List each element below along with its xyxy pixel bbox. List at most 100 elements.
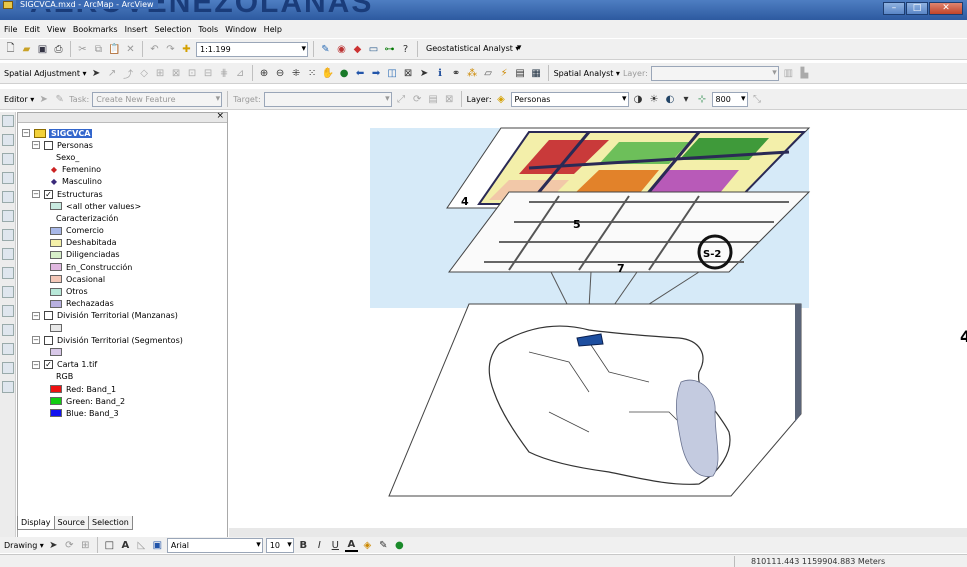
segmentos-checkbox[interactable] [44, 335, 53, 345]
view-link-table-icon[interactable]: ⊞ [154, 67, 167, 80]
layout-zoom-100-icon[interactable] [2, 324, 14, 336]
georef-add-point-icon[interactable] [2, 153, 14, 165]
rotate-graphics-icon[interactable]: ⟳ [63, 539, 76, 552]
font-combo[interactable]: Arial [166, 537, 263, 553]
editor-toolbar-icon[interactable]: ✎ [319, 43, 332, 56]
full-extent-globe-icon[interactable]: ● [338, 67, 351, 80]
layout-pan-icon[interactable] [2, 229, 14, 241]
zoom-to-graphics-icon[interactable]: ⊞ [79, 539, 92, 552]
georef-table-icon[interactable] [2, 172, 14, 184]
modify-link-icon[interactable]: ⤴ [122, 67, 135, 81]
spatial-analyst-menu[interactable]: Spatial Analyst ▾ [554, 69, 620, 78]
find-binoculars-icon[interactable]: ⚭ [450, 67, 463, 80]
delete-icon[interactable]: ✕ [124, 43, 137, 56]
go-to-xy-icon[interactable]: ⁂ [466, 67, 479, 80]
histogram-icon[interactable]: ▥ [782, 67, 795, 80]
text-tool-icon[interactable]: A [119, 539, 132, 552]
redo-icon[interactable]: ↷ [164, 43, 177, 56]
menu-window[interactable]: Window [225, 25, 257, 34]
toc-close-button[interactable]: × [216, 111, 224, 121]
displacement-icon[interactable]: ⊿ [234, 67, 247, 80]
toc-layer-manzanas[interactable]: División Territorial (Manzanas) [57, 311, 178, 320]
menu-selection[interactable]: Selection [155, 25, 192, 34]
callout-tool-icon[interactable]: ◺ [135, 539, 148, 552]
toc-layer-estructuras[interactable]: Estructuras [57, 190, 103, 199]
estructuras-checkbox[interactable]: ✓ [44, 189, 53, 199]
tab-display[interactable]: Display [17, 516, 55, 530]
map-canvas[interactable]: 4 5 7 S-2 4 [229, 112, 967, 528]
line-color-icon[interactable]: ✎ [377, 539, 390, 552]
expand-estructuras-icon[interactable]: − [32, 190, 40, 199]
bold-button[interactable]: B [297, 539, 310, 552]
toc-root-dataframe[interactable]: SIGCVCA [49, 128, 93, 138]
transparency-icon[interactable]: ◐ [664, 93, 677, 106]
attribute-transfer-icon[interactable]: ⊟ [202, 67, 215, 80]
toc-layer-carta[interactable]: Carta 1.tif [57, 360, 97, 369]
size-combo[interactable]: 800 [711, 91, 748, 107]
menu-bookmarks[interactable]: Bookmarks [73, 25, 118, 34]
layout-fixed-zoom-icon[interactable] [2, 267, 14, 279]
display-resampling-icon[interactable]: ▾ [680, 93, 693, 106]
magnify-icon[interactable]: ⊹ [696, 93, 709, 106]
time-slider-icon[interactable]: ▦ [530, 67, 543, 80]
fixed-zoom-in-icon[interactable]: ⁜ [290, 67, 303, 80]
expand-carta-icon[interactable]: − [32, 360, 40, 369]
layout-forward-icon[interactable] [2, 305, 14, 317]
minimize-button[interactable]: – [883, 2, 905, 15]
layout-zoom-out-icon[interactable] [2, 210, 14, 222]
hyperlink-icon[interactable]: ⚡ [498, 67, 511, 80]
fill-color-icon[interactable]: ◈ [361, 539, 374, 552]
marker-color-icon[interactable]: ● [393, 539, 406, 552]
menu-file[interactable]: File [4, 25, 17, 34]
fixed-zoom-out-icon[interactable]: ⁙ [306, 67, 319, 80]
zoom-in-icon[interactable]: ⊕ [258, 67, 271, 80]
tab-source[interactable]: Source [53, 516, 89, 530]
save-icon[interactable]: ▣ [36, 43, 49, 56]
contrast-icon[interactable]: ◑ [632, 93, 645, 106]
limited-adjustment-icon[interactable]: ⊠ [170, 67, 183, 80]
layout-full-page-icon[interactable] [2, 248, 14, 260]
toc-layer-segmentos[interactable]: División Territorial (Segmentos) [57, 336, 183, 345]
close-button[interactable]: ✕ [929, 2, 963, 15]
target-combo[interactable] [263, 91, 392, 107]
split-tool-icon[interactable]: ⤢ [395, 93, 408, 106]
font-color-icon[interactable]: A [344, 539, 358, 552]
add-data-icon[interactable]: ✚ [180, 43, 193, 56]
carta-checkbox[interactable]: ✓ [44, 360, 53, 370]
cut-icon[interactable]: ✂ [76, 43, 89, 56]
geostatistical-analyst-menu[interactable]: Geostatistical Analyst ▾ [423, 42, 522, 57]
expand-personas-icon[interactable]: − [32, 141, 40, 150]
copy-icon[interactable]: ⧉ [92, 43, 105, 56]
italic-button[interactable]: I [313, 539, 326, 552]
zoom-out-icon[interactable]: ⊖ [274, 67, 287, 80]
select-features-icon[interactable]: ◫ [386, 67, 399, 80]
select-graphics-icon[interactable]: ➤ [47, 539, 60, 552]
catalog-icon[interactable]: ◆ [351, 43, 364, 56]
map-view[interactable]: 4 5 7 S-2 4 [229, 112, 967, 528]
select-elements-arrow-icon[interactable]: ➤ [418, 67, 431, 80]
tab-selection[interactable]: Selection [87, 516, 133, 530]
open-folder-icon[interactable]: ▰ [20, 43, 33, 56]
pan-hand-icon[interactable]: ✋ [322, 67, 335, 80]
attributes-icon[interactable]: ▤ [427, 93, 440, 106]
command-line-icon[interactable]: ▭ [367, 43, 380, 56]
layout-zoom-in-icon[interactable] [2, 191, 14, 203]
menu-help[interactable]: Help [264, 25, 282, 34]
menu-view[interactable]: View [47, 25, 66, 34]
edit-tool-icon[interactable]: ➤ [37, 93, 50, 106]
forward-extent-icon[interactable]: ➡ [370, 67, 383, 80]
model-builder-icon[interactable]: ⊶ [383, 43, 396, 56]
new-link-icon[interactable]: ↗ [106, 67, 119, 80]
expand-manzanas-icon[interactable]: − [32, 311, 40, 320]
arctoolbox-icon[interactable]: ◉ [335, 43, 348, 56]
layout-change-icon[interactable] [2, 381, 14, 393]
scale-down-icon[interactable]: ⤡ [751, 93, 764, 106]
font-size-combo[interactable]: 10 [265, 537, 294, 553]
measure-icon[interactable]: ⏥ [482, 67, 495, 80]
select-elements-icon[interactable]: ➤ [90, 67, 103, 80]
html-popup-icon[interactable]: ▤ [514, 67, 527, 80]
toc-layer-personas[interactable]: Personas [57, 141, 93, 150]
map-scale-combo[interactable]: 1:1.199 [196, 41, 308, 57]
rotate-tool-icon[interactable]: ⟳ [411, 93, 424, 106]
identify-icon[interactable]: ℹ [434, 67, 447, 80]
